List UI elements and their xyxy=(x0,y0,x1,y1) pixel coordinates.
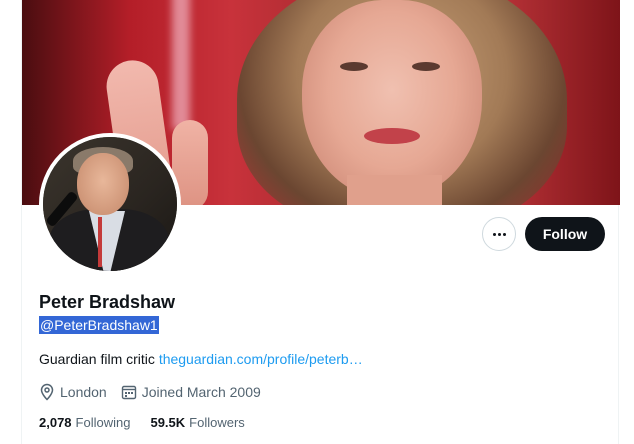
bio-link[interactable]: theguardian.com/profile/peterb… xyxy=(159,351,363,367)
following-label: Following xyxy=(75,415,131,430)
followers-count: 59.5K xyxy=(150,415,186,430)
bio-text: Guardian film critic xyxy=(39,351,155,367)
profile-frame: Follow Peter Bradshaw @PeterBradshaw1 Gu… xyxy=(21,0,620,444)
profile-meta: London Joined March 2009 xyxy=(39,383,261,401)
following-count: 2,078 xyxy=(39,415,72,430)
joined-label: Joined March 2009 xyxy=(141,384,261,400)
following-link[interactable]: 2,078 Following xyxy=(39,415,130,430)
location-pin-icon xyxy=(39,383,55,401)
profile-handle: @PeterBradshaw1 xyxy=(39,316,159,334)
profile-bio: Guardian film critic theguardian.com/pro… xyxy=(39,351,363,367)
followers-label: Followers xyxy=(189,415,245,430)
location-item: London xyxy=(39,383,107,401)
more-options-button[interactable] xyxy=(482,217,516,251)
follow-button[interactable]: Follow xyxy=(525,217,605,251)
location-label: London xyxy=(60,384,107,400)
calendar-icon xyxy=(121,384,137,400)
joined-item: Joined March 2009 xyxy=(121,384,261,400)
followers-link[interactable]: 59.5K Followers xyxy=(150,415,244,430)
avatar[interactable] xyxy=(39,133,181,275)
profile-stats: 2,078 Following 59.5K Followers xyxy=(39,415,245,430)
more-dots-icon xyxy=(492,232,506,236)
profile-name: Peter Bradshaw xyxy=(39,292,176,312)
